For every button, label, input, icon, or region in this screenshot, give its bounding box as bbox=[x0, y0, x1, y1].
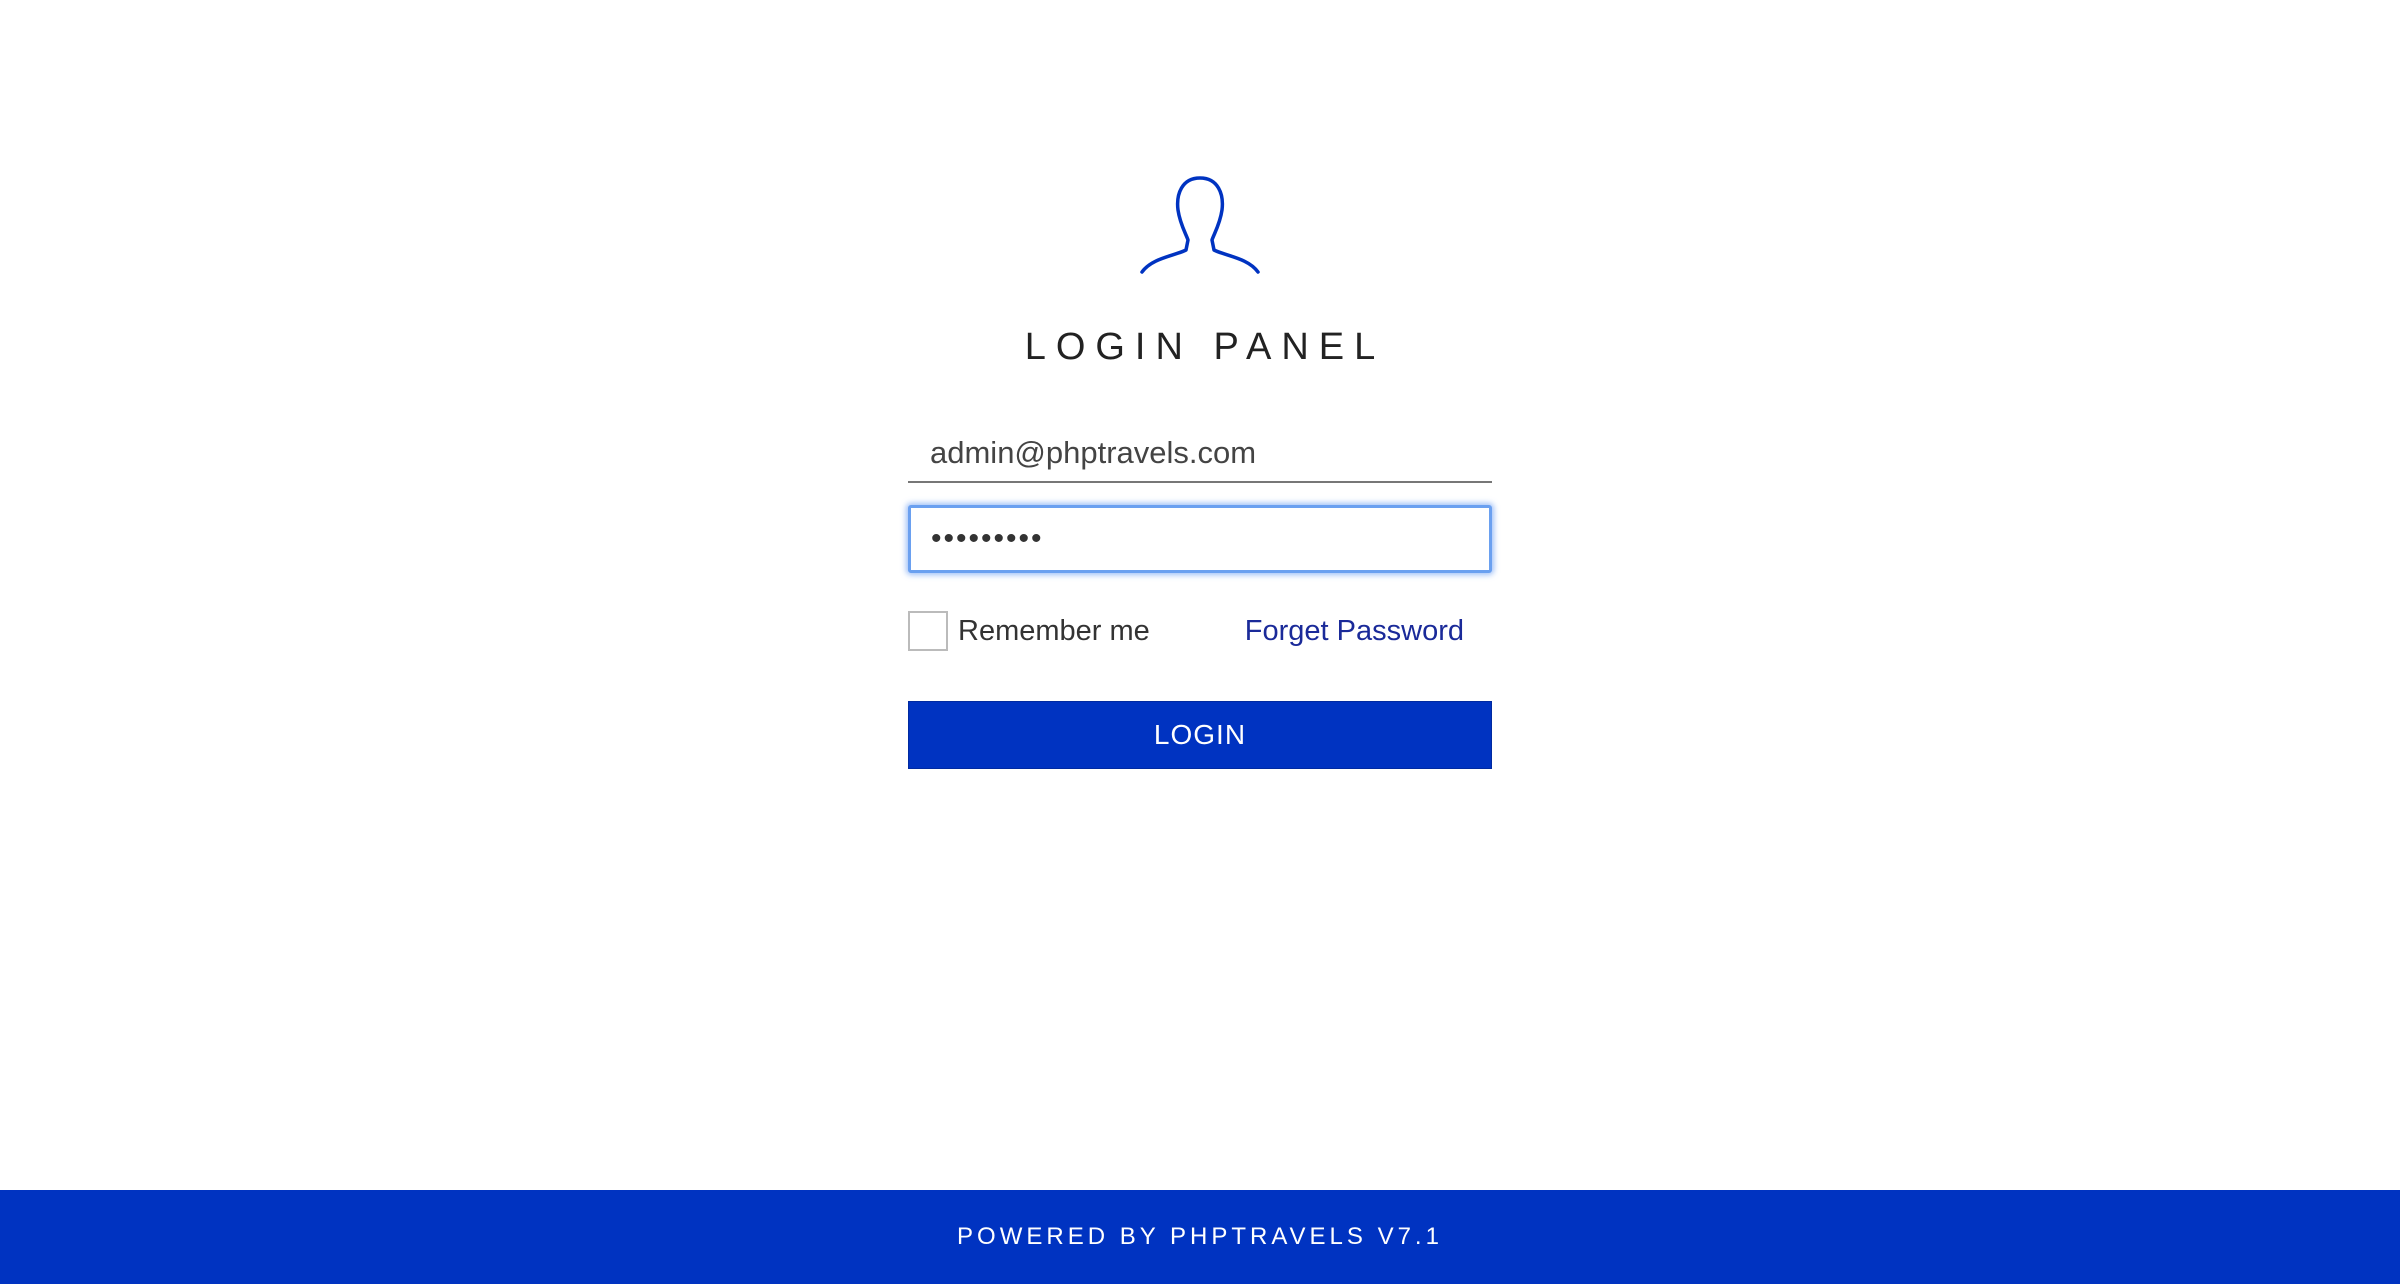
page-title: LOGIN PANEL bbox=[1024, 326, 1386, 368]
login-page: LOGIN PANEL Remember me Forget Password … bbox=[0, 0, 2400, 1284]
remember-me-checkbox[interactable] bbox=[908, 611, 948, 651]
footer: POWERED BY PHPTRAVELS V7.1 bbox=[0, 1190, 2400, 1284]
password-field[interactable] bbox=[908, 505, 1492, 573]
user-silhouette-icon bbox=[1140, 176, 1260, 274]
remember-me: Remember me bbox=[908, 609, 1150, 653]
email-field[interactable] bbox=[908, 425, 1492, 483]
login-button[interactable]: LOGIN bbox=[908, 701, 1492, 769]
footer-text: POWERED BY PHPTRAVELS V7.1 bbox=[957, 1223, 1443, 1250]
login-panel: LOGIN PANEL Remember me Forget Password … bbox=[908, 170, 1492, 769]
forget-password-link[interactable]: Forget Password bbox=[1245, 609, 1464, 653]
remember-me-label[interactable]: Remember me bbox=[958, 615, 1150, 648]
login-options-row: Remember me Forget Password bbox=[908, 609, 1492, 653]
